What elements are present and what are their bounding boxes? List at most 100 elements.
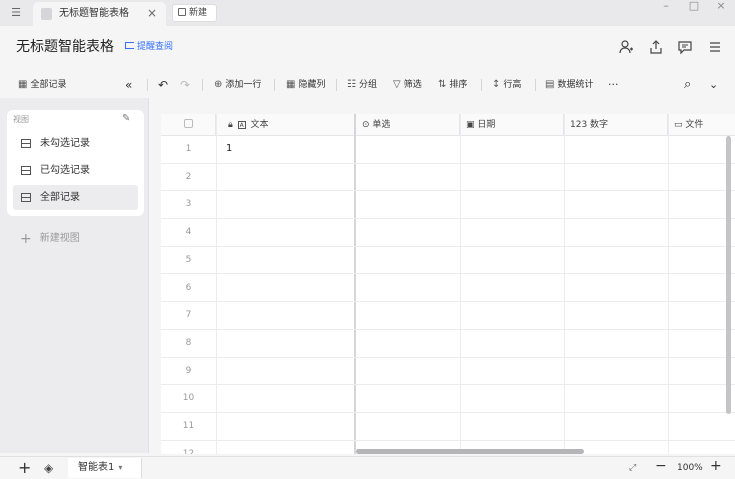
column-header-date[interactable]: ▣ 日期 bbox=[460, 114, 564, 136]
table-row[interactable]: 11 bbox=[161, 136, 735, 164]
column-header-single-select[interactable]: ⊙ 单选 bbox=[356, 114, 460, 136]
hide-columns-label: 隐藏列 bbox=[298, 80, 326, 90]
zoom-level[interactable]: 100% bbox=[677, 463, 703, 473]
close-window-button[interactable]: × bbox=[709, 0, 733, 14]
table-row[interactable]: 2 bbox=[161, 164, 735, 192]
view-item-checked[interactable]: 已勾选记录 bbox=[13, 158, 138, 183]
close-tab-icon[interactable]: × bbox=[147, 6, 157, 20]
sort-button[interactable]: ⇅ 排序 bbox=[438, 72, 467, 98]
stats-icon: ▤ bbox=[545, 79, 555, 90]
select-all-checkbox[interactable] bbox=[183, 119, 193, 128]
hide-columns-button[interactable]: ▦ 隐藏列 bbox=[286, 72, 325, 98]
document-tab-label: 无标题智能表格 bbox=[59, 8, 129, 19]
date-icon: ▣ bbox=[466, 120, 475, 130]
more-icon[interactable]: ··· bbox=[608, 72, 619, 98]
share-icon[interactable] bbox=[647, 39, 665, 57]
column-label: 单选 bbox=[372, 120, 391, 130]
column-header-number[interactable]: 123 数字 bbox=[564, 114, 668, 136]
vertical-scrollbar[interactable] bbox=[726, 136, 731, 414]
add-circle-icon: ⊕ bbox=[214, 79, 223, 90]
row-number: 6 bbox=[185, 282, 192, 293]
columns-icon: ▦ bbox=[286, 79, 296, 90]
stats-label: 数据统计 bbox=[557, 80, 594, 90]
row-number: 9 bbox=[185, 365, 192, 376]
filter-icon: ▽ bbox=[393, 79, 401, 90]
column-label: 文件 bbox=[685, 120, 704, 130]
toolbar-divider bbox=[274, 79, 275, 91]
add-user-icon[interactable] bbox=[617, 39, 635, 57]
toolbar-divider bbox=[147, 79, 148, 91]
maximize-button[interactable]: □ bbox=[682, 0, 706, 14]
grid-view-icon bbox=[21, 193, 31, 202]
group-icon: ☷ bbox=[347, 79, 356, 90]
menu-icon[interactable] bbox=[706, 39, 724, 57]
sheet-tab[interactable]: 智能表1 ▾ bbox=[68, 458, 142, 478]
data-grid: 🔒︎ A 文本 ⊙ 单选 ▣ 日期 123 数字 ▭ 文件 1123456789… bbox=[161, 114, 735, 454]
grid-view-icon bbox=[21, 166, 31, 175]
layers-icon[interactable]: ◈ bbox=[44, 461, 53, 475]
view-item-label: 未勾选记录 bbox=[40, 138, 90, 149]
document-tab[interactable]: 无标题智能表格 × bbox=[33, 2, 166, 26]
chevron-down-icon[interactable]: ⌄ bbox=[709, 72, 718, 98]
table-row[interactable]: 7 bbox=[161, 302, 735, 330]
add-row-button[interactable]: ⊕ 添加一行 bbox=[214, 72, 261, 98]
edit-icon bbox=[178, 8, 186, 16]
view-item-label: 全部记录 bbox=[40, 192, 80, 203]
toolbar-divider bbox=[481, 79, 482, 91]
new-tab-button[interactable]: 新建 bbox=[172, 4, 217, 22]
zoom-in-button[interactable]: + bbox=[710, 458, 722, 474]
redo-icon[interactable]: ↷ bbox=[180, 72, 190, 98]
column-header-text[interactable]: 🔒︎ A 文本 bbox=[216, 114, 356, 136]
table-row[interactable]: 10 bbox=[161, 385, 735, 413]
new-view-button[interactable]: + 新建视图 bbox=[20, 232, 80, 246]
column-label: 文本 bbox=[250, 120, 269, 130]
table-row[interactable]: 6 bbox=[161, 275, 735, 303]
row-number: 8 bbox=[185, 337, 192, 348]
fullscreen-icon[interactable]: ⤢ bbox=[629, 463, 636, 473]
search-icon[interactable]: ⌕ bbox=[684, 72, 691, 98]
toolbar-divider bbox=[336, 79, 337, 91]
undo-icon[interactable]: ↶ bbox=[158, 72, 168, 98]
table-row[interactable]: 5 bbox=[161, 247, 735, 275]
text-cell[interactable]: 1 bbox=[226, 136, 232, 162]
caret-down-icon[interactable]: ▾ bbox=[118, 463, 122, 472]
collapse-sidebar-icon[interactable]: « bbox=[125, 72, 132, 98]
history-icon[interactable]: ☰ bbox=[8, 5, 24, 21]
table-row[interactable]: 4 bbox=[161, 219, 735, 247]
row-height-icon: ↕ bbox=[492, 79, 501, 90]
horizontal-scrollbar[interactable] bbox=[356, 449, 584, 454]
new-tab-label: 新建 bbox=[189, 8, 208, 18]
column-label: 日期 bbox=[477, 120, 496, 130]
new-view-label: 新建视图 bbox=[39, 233, 80, 244]
add-sheet-button[interactable]: + bbox=[18, 460, 31, 476]
filter-button[interactable]: ▽ 筛选 bbox=[393, 72, 422, 98]
column-header-file[interactable]: ▭ 文件 bbox=[668, 114, 735, 136]
sheet-tab-label: 智能表1 bbox=[78, 462, 115, 473]
toolbar: ▦ 全部记录 « ↶ ↷ ⊕ 添加一行 ▦ 隐藏列 ☷ 分组 ▽ 筛选 ⇅ 排序 ↕ 行高 ▤… bbox=[0, 72, 735, 98]
row-height-label: 行高 bbox=[503, 80, 522, 90]
table-row[interactable]: 8 bbox=[161, 330, 735, 358]
table-row[interactable]: 11 bbox=[161, 413, 735, 441]
row-number: 7 bbox=[185, 310, 192, 321]
table-row[interactable]: 9 bbox=[161, 358, 735, 386]
stats-button[interactable]: ▤ 数据统计 bbox=[545, 72, 593, 98]
zoom-out-button[interactable]: − bbox=[655, 458, 667, 474]
lock-icon: 🔒︎ bbox=[228, 120, 233, 130]
remind-label: 提醒查阅 bbox=[137, 42, 174, 52]
comment-icon[interactable] bbox=[676, 39, 694, 57]
table-row[interactable]: 3 bbox=[161, 191, 735, 220]
remind-link[interactable]: 提醒查阅 bbox=[125, 41, 173, 53]
group-button[interactable]: ☷ 分组 bbox=[347, 72, 377, 98]
minimize-button[interactable]: – bbox=[654, 0, 678, 14]
single-select-icon: ⊙ bbox=[362, 120, 370, 130]
pin-icon[interactable]: ✎ bbox=[122, 113, 130, 125]
folder-icon: ▭ bbox=[674, 120, 683, 130]
select-all-header[interactable] bbox=[161, 114, 216, 136]
current-view-selector[interactable]: ▦ 全部记录 bbox=[18, 72, 66, 98]
row-number: 1 bbox=[185, 144, 192, 154]
doc-title[interactable]: 无标题智能表格 bbox=[16, 38, 114, 56]
grid-view-icon bbox=[21, 139, 31, 148]
view-item-unchecked[interactable]: 未勾选记录 bbox=[13, 131, 138, 156]
view-item-all[interactable]: 全部记录 bbox=[13, 185, 138, 210]
row-height-button[interactable]: ↕ 行高 bbox=[492, 72, 521, 98]
